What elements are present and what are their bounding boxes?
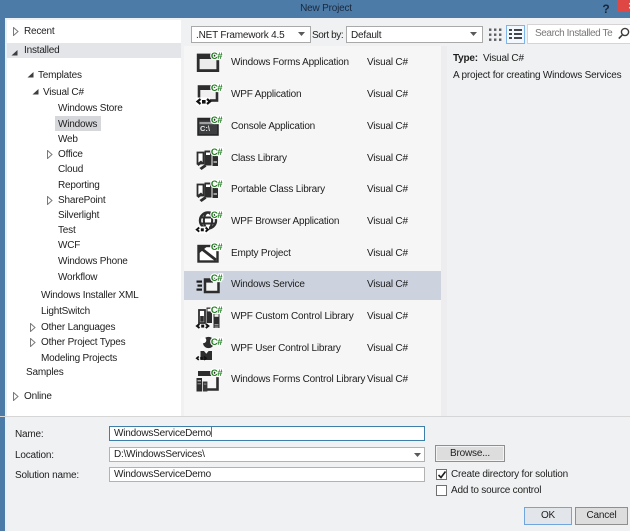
svg-text:C#: C# bbox=[211, 273, 223, 284]
svg-text:C#: C# bbox=[211, 305, 223, 316]
svg-text:C#: C# bbox=[211, 368, 223, 379]
svg-text:C#: C# bbox=[211, 51, 223, 62]
svg-text:C:\: C:\ bbox=[200, 124, 211, 133]
svg-text:C#: C# bbox=[211, 147, 223, 158]
svg-text:C#: C# bbox=[211, 83, 223, 94]
svg-text:C#: C# bbox=[211, 210, 223, 221]
svg-text:C#: C# bbox=[211, 179, 223, 190]
svg-text:C#: C# bbox=[211, 337, 223, 348]
svg-text:C#: C# bbox=[211, 115, 223, 126]
svg-text:C#: C# bbox=[211, 242, 223, 253]
